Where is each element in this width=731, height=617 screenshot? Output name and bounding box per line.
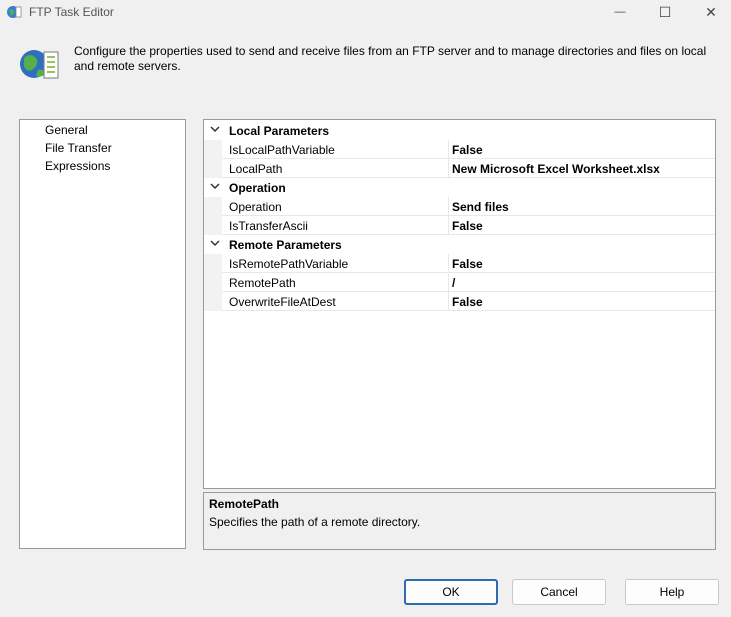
property-name: OverwriteFileAtDest <box>229 295 336 309</box>
property-name: Operation <box>229 200 282 214</box>
navigation-list: General File Transfer Expressions <box>19 119 186 549</box>
help-button[interactable]: Help <box>625 579 719 605</box>
property-row-istransferascii[interactable]: IsTransferAscii False <box>204 216 715 235</box>
category-operation[interactable]: Operation <box>204 178 715 197</box>
category-label: Operation <box>229 181 286 195</box>
property-value[interactable]: New Microsoft Excel Worksheet.xlsx <box>452 162 660 176</box>
maximize-button[interactable]: ☐ <box>642 0 688 24</box>
property-name: LocalPath <box>229 162 283 176</box>
property-row-overwritefileatdest[interactable]: OverwriteFileAtDest False <box>204 292 715 311</box>
window-title: FTP Task Editor <box>29 5 114 19</box>
description-text: Specifies the path of a remote directory… <box>209 515 421 529</box>
nav-item-expressions[interactable]: Expressions <box>45 159 110 173</box>
property-value[interactable]: / <box>452 276 455 290</box>
category-remote-parameters[interactable]: Remote Parameters <box>204 235 715 254</box>
chevron-down-icon[interactable] <box>210 238 220 248</box>
minimize-button[interactable]: — <box>597 0 643 24</box>
chevron-down-icon[interactable] <box>210 181 220 191</box>
ok-button[interactable]: OK <box>404 579 498 605</box>
nav-item-general[interactable]: General <box>45 123 88 137</box>
property-row-isremotepathvariable[interactable]: IsRemotePathVariable False <box>204 254 715 273</box>
close-button[interactable]: ✕ <box>688 0 731 24</box>
chevron-down-icon[interactable] <box>210 124 220 134</box>
property-value[interactable]: False <box>452 295 483 309</box>
property-value[interactable]: False <box>452 143 483 157</box>
nav-item-file-transfer[interactable]: File Transfer <box>45 141 112 155</box>
ftp-globe-icon <box>20 50 59 79</box>
property-description-pane: RemotePath Specifies the path of a remot… <box>203 492 716 550</box>
property-row-islocalpathvariable[interactable]: IsLocalPathVariable False <box>204 140 715 159</box>
minimize-icon: — <box>614 6 626 18</box>
property-row-localpath[interactable]: LocalPath New Microsoft Excel Worksheet.… <box>204 159 715 178</box>
header-description: Configure the properties used to send an… <box>74 44 707 73</box>
property-name: IsTransferAscii <box>229 219 308 233</box>
property-value[interactable]: False <box>452 219 483 233</box>
property-name: IsRemotePathVariable <box>229 257 349 271</box>
property-row-operation[interactable]: Operation Send files <box>204 197 715 216</box>
title-bar: FTP Task Editor — ☐ ✕ <box>0 0 731 24</box>
property-grid: Local Parameters IsLocalPathVariable Fal… <box>203 119 716 489</box>
property-value[interactable]: False <box>452 257 483 271</box>
cancel-button[interactable]: Cancel <box>512 579 606 605</box>
property-row-remotepath[interactable]: RemotePath / <box>204 273 715 292</box>
maximize-icon: ☐ <box>658 3 672 20</box>
description-title: RemotePath <box>209 497 280 511</box>
category-label: Remote Parameters <box>229 238 342 252</box>
app-icon <box>7 6 22 18</box>
property-value[interactable]: Send files <box>452 200 509 214</box>
property-name: IsLocalPathVariable <box>229 143 335 157</box>
property-name: RemotePath <box>229 276 296 290</box>
category-label: Local Parameters <box>229 124 330 138</box>
category-local-parameters[interactable]: Local Parameters <box>204 121 715 140</box>
close-icon: ✕ <box>705 3 717 20</box>
